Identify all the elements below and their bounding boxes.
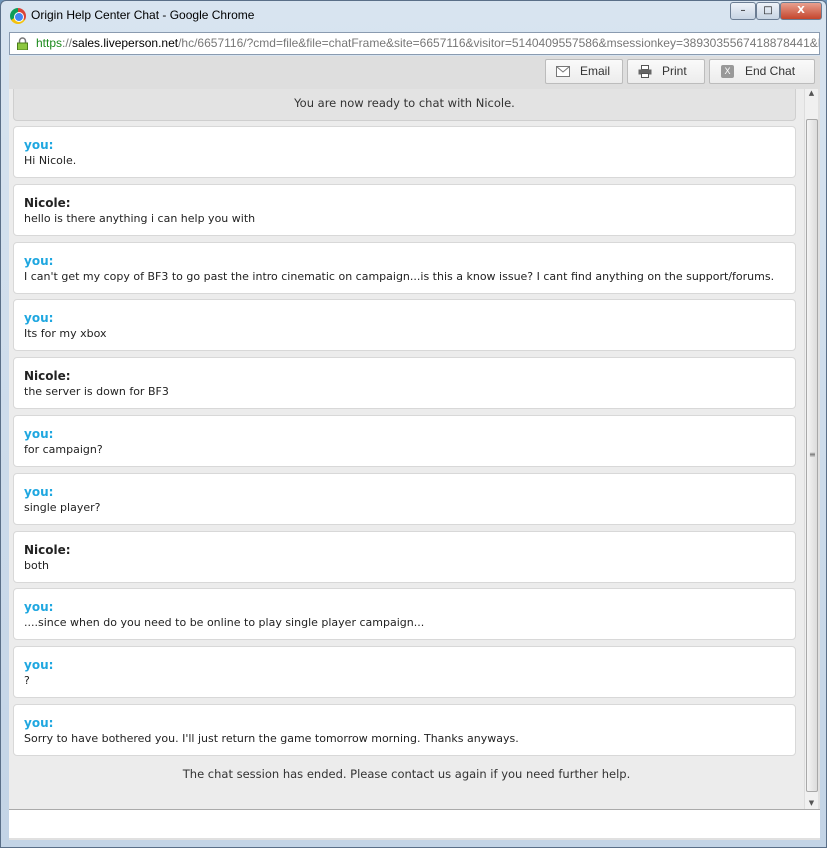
chat-message: you: ....since when do you need to be onl… [13,588,796,641]
print-label: Print [662,64,687,78]
address-bar[interactable]: https://sales.liveperson.net/hc/6657116/… [9,32,820,55]
envelope-icon [556,66,570,77]
toolbar: Email Print X End Chat [9,56,820,89]
message-text: Its for my xbox [24,327,107,341]
chat-message: Nicole: the server is down for BF3 [13,357,796,410]
chat-message: you: Hi Nicole. [13,126,796,178]
message-text: ....since when do you need to be online … [24,616,425,630]
scrollbar[interactable]: ▲ ≡ ▼ [804,89,818,809]
minimize-button[interactable]: – [730,2,756,20]
url-path: /hc/6657116/?cmd=file&file=chatFrame&sit… [178,36,820,50]
chat-message: you:? [13,646,796,699]
message-text: for campaign? [24,443,103,456]
message-text: the server is down for BF3 [24,385,169,399]
message-text: I can't get my copy of BF3 to go past th… [24,269,775,283]
message-sender: you: [24,427,54,441]
message-sender: Nicole: [24,369,71,384]
email-label: Email [580,64,611,78]
message-sender: you: [24,600,54,615]
chat-page: Email Print X End Chat You are now ready… [9,56,820,840]
message-text: hello is there anything i can help you w… [24,211,256,225]
message-sender: you: [24,253,54,268]
end-chat-label: End Chat [745,64,796,78]
chat-message: you: I can't get my copy of BF3 to go pas… [13,241,796,294]
message-text: ? [24,674,30,688]
system-message-end: The chat session has ended. Please conta… [182,767,631,781]
system-message-start: You are now ready to chat with Nicole. [13,89,796,121]
chat-transcript: You are now ready to chat with Nicole. T… [9,89,804,809]
chat-message: Nicole: both [13,530,796,583]
message-text: Hi Nicole. [24,154,77,167]
maximize-button[interactable]: □ [756,2,780,20]
message-sender: Nicole: [24,195,71,210]
chat-message: you: Sorry to have bothered you. I'll jus… [13,704,796,756]
message-sender: Nicole: [24,542,71,557]
message-sender: you: [24,138,54,152]
scrollbar-thumb[interactable]: ≡ [806,119,818,792]
chat-message: you: single player? [13,472,796,525]
url-domain: sales.liveperson.net [72,36,179,50]
scroll-up-arrow-icon[interactable]: ▲ [805,89,818,101]
print-button[interactable]: Print [627,59,705,84]
chat-message: you: for campaign? [13,415,796,467]
message-sender: you: [24,658,54,673]
lock-icon [17,37,28,50]
url-separator: :// [62,36,73,50]
message-sender: you: [24,484,54,499]
message-sender: you: [24,716,54,730]
chat-message: you: Its for my xbox [13,299,796,352]
email-button[interactable]: Email [545,59,623,84]
url-scheme: https [36,36,63,50]
end-chat-x-icon: X [721,65,734,78]
message-text: single player? [24,500,101,514]
close-button[interactable]: X [780,2,822,20]
message-text: both [24,558,49,572]
browser-window: Origin Help Center Chat - Google Chrome … [0,0,827,848]
message-text: Sorry to have bothered you. I'll just re… [24,732,519,745]
message-sender: you: [24,311,54,326]
printer-icon [638,65,652,78]
scroll-down-arrow-icon[interactable]: ▼ [805,799,818,807]
window-title: Origin Help Center Chat - Google Chrome [31,8,255,22]
chat-message: Nicole: hello is there anything i can hel… [13,183,796,236]
chrome-icon [10,8,26,24]
end-chat-button[interactable]: X End Chat [709,59,815,84]
message-input[interactable] [9,809,820,838]
